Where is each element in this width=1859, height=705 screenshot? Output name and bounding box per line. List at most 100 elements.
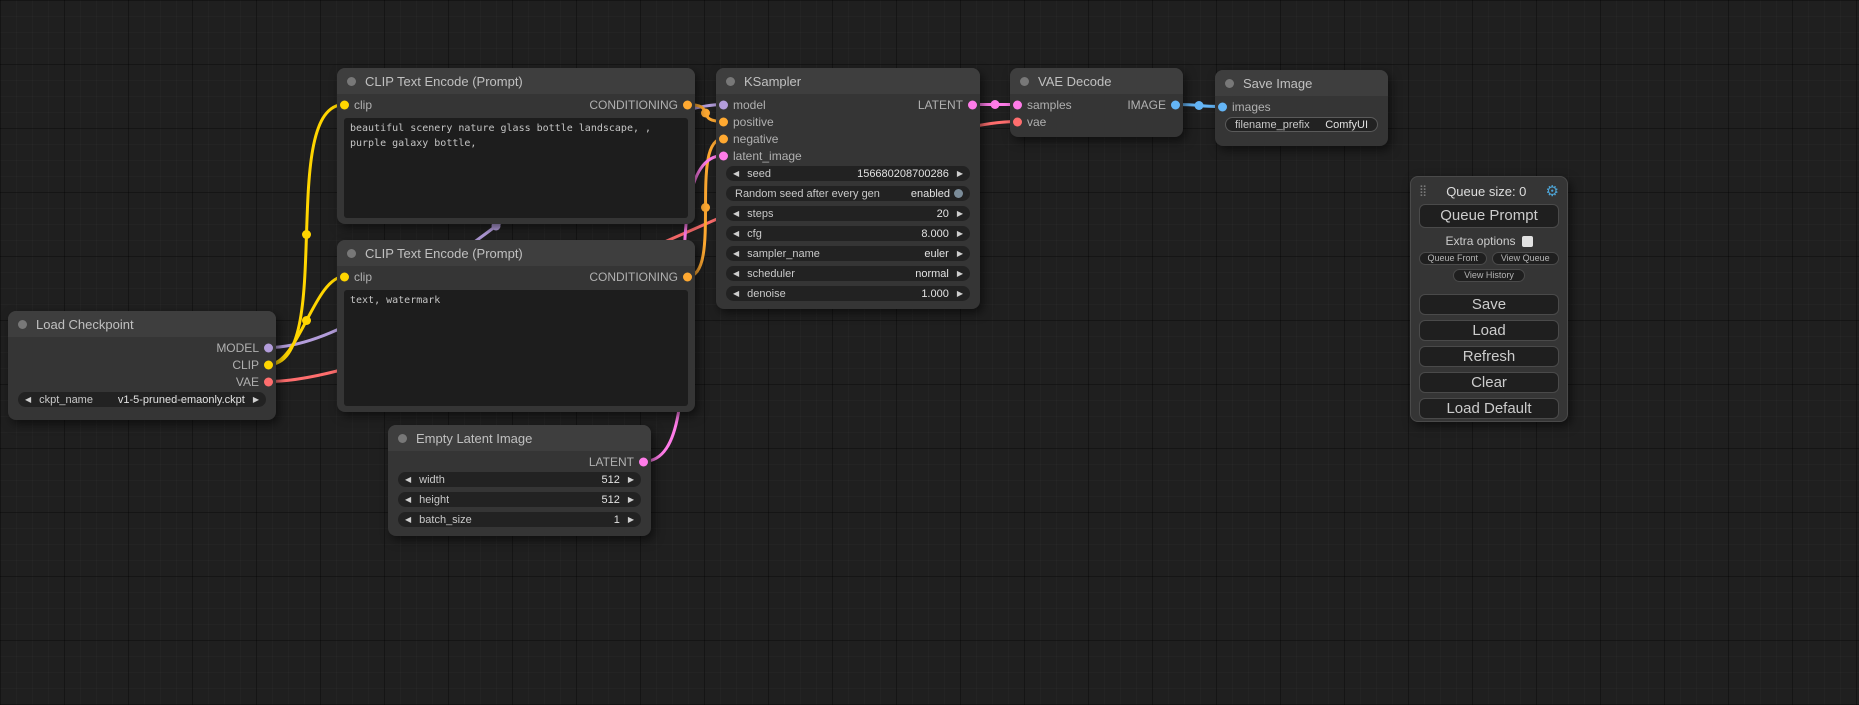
widget-seed[interactable]: ◀ seed 156680208700286 ▶ [726,166,970,181]
node-ksampler[interactable]: KSampler model LATENT positive negative … [716,68,980,309]
collapse-dot-icon[interactable] [347,249,356,258]
load-default-button[interactable]: Load Default [1419,398,1559,419]
slot-label: positive [733,115,774,129]
widget-batch-size[interactable]: ◀ batch_size 1 ▶ [398,512,641,527]
output-dot-image[interactable] [1171,100,1180,109]
queue-prompt-button[interactable]: Queue Prompt [1419,204,1559,228]
decrement-icon[interactable]: ◀ [733,210,739,218]
node-title-bar[interactable]: Save Image [1215,70,1388,96]
widget-denoise[interactable]: ◀ denoise 1.000 ▶ [726,286,970,301]
collapse-dot-icon[interactable] [1225,79,1234,88]
widget-name: filename_prefix [1235,119,1310,131]
decrement-icon[interactable]: ◀ [733,230,739,238]
node-title-bar[interactable]: CLIP Text Encode (Prompt) [337,240,695,266]
slot-label: images [1232,100,1271,114]
decrement-icon[interactable]: ◀ [405,516,411,524]
node-title-bar[interactable]: Empty Latent Image [388,425,651,451]
increment-icon[interactable]: ▶ [628,496,634,504]
widget-scheduler[interactable]: ◀ scheduler normal ▶ [726,266,970,281]
input-dot-clip[interactable] [340,100,349,109]
increment-icon[interactable]: ▶ [628,476,634,484]
collapse-dot-icon[interactable] [726,77,735,86]
output-dot-model[interactable] [264,343,273,352]
node-save-image[interactable]: Save Image images filename_prefix ComfyU… [1215,70,1388,146]
view-history-button[interactable]: View History [1453,269,1525,282]
prompt-textarea[interactable]: beautiful scenery nature glass bottle la… [344,118,688,218]
prompt-textarea[interactable]: text, watermark [344,290,688,406]
drag-handle-icon[interactable]: ⣿ [1419,186,1427,197]
increment-icon[interactable]: ▶ [253,396,259,404]
collapse-dot-icon[interactable] [18,320,27,329]
toggle-dot-icon[interactable] [954,189,963,198]
decrement-icon[interactable]: ◀ [733,250,739,258]
save-button[interactable]: Save [1419,294,1559,315]
widget-value: 20 [937,208,949,220]
input-dot-vae[interactable] [1013,117,1022,126]
decrement-icon[interactable]: ◀ [733,270,739,278]
increment-icon[interactable]: ▶ [957,230,963,238]
view-queue-button[interactable]: View Queue [1492,252,1560,265]
increment-icon[interactable]: ▶ [957,250,963,258]
output-dot-conditioning[interactable] [683,100,692,109]
input-dot-samples[interactable] [1013,100,1022,109]
decrement-icon[interactable]: ◀ [405,476,411,484]
input-dot-images[interactable] [1218,102,1227,111]
input-slot-positive: positive [716,113,980,130]
clear-button[interactable]: Clear [1419,372,1559,393]
widget-random-seed-toggle[interactable]: Random seed after every gen enabled [726,186,970,201]
node-title-bar[interactable]: VAE Decode [1010,68,1183,94]
node-clip-text-encode-positive[interactable]: CLIP Text Encode (Prompt) clip CONDITION… [337,68,695,224]
collapse-dot-icon[interactable] [398,434,407,443]
load-button[interactable]: Load [1419,320,1559,341]
slot-label: LATENT [918,98,963,112]
widget-width[interactable]: ◀ width 512 ▶ [398,472,641,487]
collapse-dot-icon[interactable] [1020,77,1029,86]
node-title: CLIP Text Encode (Prompt) [365,74,523,89]
widget-ckpt-name[interactable]: ◀ ckpt_name v1-5-pruned-emaonly.ckpt ▶ [18,392,266,407]
node-title-bar[interactable]: CLIP Text Encode (Prompt) [337,68,695,94]
widget-sampler-name[interactable]: ◀ sampler_name euler ▶ [726,246,970,261]
settings-gear-icon[interactable]: ⚙ [1546,184,1559,199]
output-dot-clip[interactable] [264,360,273,369]
widget-filename-prefix[interactable]: filename_prefix ComfyUI [1225,117,1378,132]
input-dot-positive[interactable] [719,117,728,126]
refresh-button[interactable]: Refresh [1419,346,1559,367]
output-dot-latent[interactable] [639,457,648,466]
node-vae-decode[interactable]: VAE Decode samples IMAGE vae [1010,68,1183,137]
node-title-bar[interactable]: KSampler [716,68,980,94]
input-dot-model[interactable] [719,100,728,109]
widget-height[interactable]: ◀ height 512 ▶ [398,492,641,507]
decrement-icon[interactable]: ◀ [25,396,31,404]
link-midpoint-dot [302,316,311,325]
node-load-checkpoint[interactable]: Load Checkpoint MODEL CLIP VAE ◀ ckpt_na… [8,311,276,420]
increment-icon[interactable]: ▶ [957,270,963,278]
increment-icon[interactable]: ▶ [628,516,634,524]
decrement-icon[interactable]: ◀ [733,170,739,178]
widget-value: 512 [601,474,619,486]
node-title: Load Checkpoint [36,317,134,332]
increment-icon[interactable]: ▶ [957,170,963,178]
node-clip-text-encode-negative[interactable]: CLIP Text Encode (Prompt) clip CONDITION… [337,240,695,412]
decrement-icon[interactable]: ◀ [405,496,411,504]
widget-name: denoise [747,288,786,300]
output-dot-conditioning[interactable] [683,272,692,281]
slot-row-model-latent: model LATENT [716,96,980,113]
widget-steps[interactable]: ◀ steps 20 ▶ [726,206,970,221]
output-slot-model: MODEL [8,339,276,356]
decrement-icon[interactable]: ◀ [733,290,739,298]
slot-label: CONDITIONING [589,98,678,112]
input-dot-clip[interactable] [340,272,349,281]
increment-icon[interactable]: ▶ [957,290,963,298]
widget-cfg[interactable]: ◀ cfg 8.000 ▶ [726,226,970,241]
node-graph-canvas[interactable]: Load Checkpoint MODEL CLIP VAE ◀ ckpt_na… [0,0,1859,705]
node-empty-latent-image[interactable]: Empty Latent Image LATENT ◀ width 512 ▶ … [388,425,651,536]
output-dot-vae[interactable] [264,377,273,386]
collapse-dot-icon[interactable] [347,77,356,86]
input-dot-latent-image[interactable] [719,151,728,160]
increment-icon[interactable]: ▶ [957,210,963,218]
output-dot-latent[interactable] [968,100,977,109]
input-dot-negative[interactable] [719,134,728,143]
queue-front-button[interactable]: Queue Front [1419,252,1487,265]
extra-options-checkbox[interactable] [1522,236,1533,247]
node-title-bar[interactable]: Load Checkpoint [8,311,276,337]
